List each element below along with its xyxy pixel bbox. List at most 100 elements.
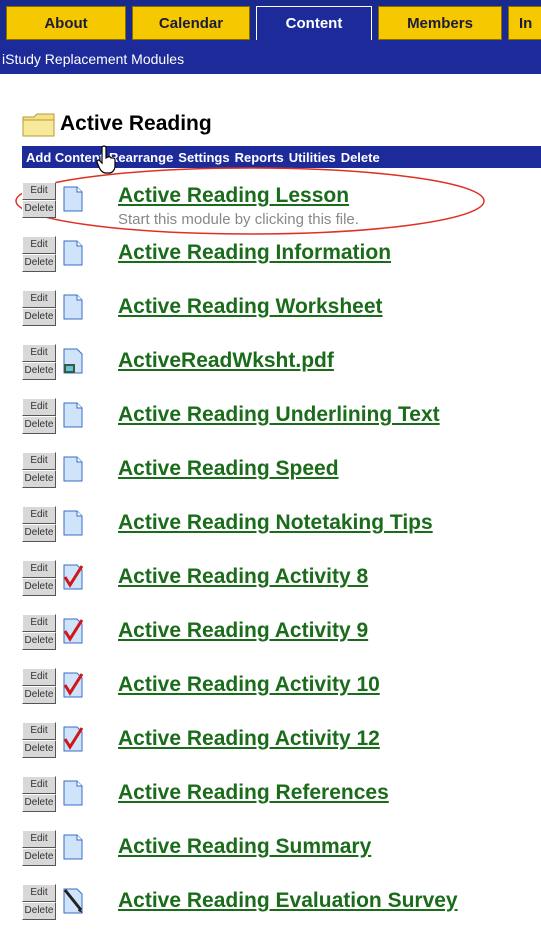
content-item-link[interactable]: Active Reading Lesson bbox=[118, 184, 349, 208]
content-item-link[interactable]: Active Reading Activity 10 bbox=[118, 673, 380, 697]
content-item: Edit Delete Active Reading Activity 8 bbox=[22, 556, 541, 606]
item-buttons: Edit Delete bbox=[22, 344, 56, 380]
edit-button[interactable]: Edit bbox=[22, 668, 56, 686]
content-item-link[interactable]: Active Reading Worksheet bbox=[118, 295, 383, 319]
top-nav-bar: About Calendar Content Members In bbox=[0, 0, 541, 40]
item-buttons: Edit Delete bbox=[22, 452, 56, 488]
content-item-link[interactable]: Active Reading Activity 12 bbox=[118, 727, 380, 751]
content-item-link[interactable]: Active Reading Activity 9 bbox=[118, 619, 368, 643]
tab-about[interactable]: About bbox=[6, 6, 126, 40]
reports-link[interactable]: Reports bbox=[235, 150, 284, 165]
content-item: Edit Delete Active Reading Information bbox=[22, 232, 541, 282]
content-item-link[interactable]: Active Reading Activity 8 bbox=[118, 565, 368, 589]
edit-button[interactable]: Edit bbox=[22, 776, 56, 794]
item-buttons: Edit Delete bbox=[22, 668, 56, 704]
content-item-link[interactable]: Active Reading Summary bbox=[118, 835, 371, 859]
content-item: Edit Delete Active Reading Worksheet bbox=[22, 286, 541, 336]
delete-folder-link[interactable]: Delete bbox=[341, 150, 380, 165]
settings-link[interactable]: Settings bbox=[178, 150, 229, 165]
tab-more[interactable]: In bbox=[508, 6, 541, 40]
content-item: Edit Delete Active Reading Lesson Start thi… bbox=[22, 178, 541, 228]
edit-button[interactable]: Edit bbox=[22, 452, 56, 470]
item-buttons: Edit Delete bbox=[22, 884, 56, 920]
add-content-link[interactable]: Add Content bbox=[26, 150, 104, 165]
delete-button[interactable]: Delete bbox=[22, 578, 56, 596]
file-icon bbox=[63, 348, 83, 374]
content-item: Edit Delete Active Reading Activity 9 bbox=[22, 610, 541, 660]
course-title: iStudy Replacement Modules bbox=[2, 51, 185, 67]
content-item-link[interactable]: ActiveReadWksht.pdf bbox=[118, 349, 334, 373]
document-icon bbox=[63, 402, 83, 428]
content-item-link[interactable]: Active Reading Information bbox=[118, 241, 391, 265]
folder-icon bbox=[22, 113, 55, 137]
delete-button[interactable]: Delete bbox=[22, 416, 56, 434]
edit-button[interactable]: Edit bbox=[22, 506, 56, 524]
document-icon bbox=[63, 186, 83, 212]
utilities-link[interactable]: Utilities bbox=[289, 150, 336, 165]
delete-button[interactable]: Delete bbox=[22, 686, 56, 704]
document-icon bbox=[63, 780, 83, 806]
item-buttons: Edit Delete bbox=[22, 506, 56, 542]
delete-button[interactable]: Delete bbox=[22, 308, 56, 326]
item-buttons: Edit Delete bbox=[22, 776, 56, 812]
document-icon bbox=[63, 456, 83, 482]
course-title-bar: iStudy Replacement Modules bbox=[0, 40, 541, 74]
item-buttons: Edit Delete bbox=[22, 398, 56, 434]
edit-button[interactable]: Edit bbox=[22, 560, 56, 578]
assignment-check-icon bbox=[63, 618, 84, 644]
edit-button[interactable]: Edit bbox=[22, 398, 56, 416]
content-item: Edit Delete ActiveReadWksht.pdf bbox=[22, 340, 541, 390]
content-item-link[interactable]: Active Reading References bbox=[118, 781, 389, 805]
tab-members[interactable]: Members bbox=[378, 6, 502, 40]
document-icon bbox=[63, 834, 83, 860]
content-item: Edit Delete Active Reading Summary bbox=[22, 826, 541, 876]
content-item: Edit Delete Active Reading Activity 10 bbox=[22, 664, 541, 714]
item-buttons: Edit Delete bbox=[22, 560, 56, 596]
edit-button[interactable]: Edit bbox=[22, 830, 56, 848]
tab-calendar[interactable]: Calendar bbox=[132, 6, 250, 40]
rearrange-link[interactable]: Rearrange bbox=[109, 150, 173, 165]
delete-button[interactable]: Delete bbox=[22, 470, 56, 488]
edit-button[interactable]: Edit bbox=[22, 344, 56, 362]
delete-button[interactable]: Delete bbox=[22, 362, 56, 380]
delete-button[interactable]: Delete bbox=[22, 632, 56, 650]
edit-button[interactable]: Edit bbox=[22, 236, 56, 254]
delete-button[interactable]: Delete bbox=[22, 848, 56, 866]
document-icon bbox=[63, 510, 83, 536]
edit-button[interactable]: Edit bbox=[22, 722, 56, 740]
delete-button[interactable]: Delete bbox=[22, 200, 56, 218]
content-item-link[interactable]: Active Reading Evaluation Survey bbox=[118, 889, 458, 913]
document-icon bbox=[63, 294, 83, 320]
assignment-check-icon bbox=[63, 726, 84, 752]
delete-button[interactable]: Delete bbox=[22, 524, 56, 542]
folder-title: Active Reading bbox=[60, 112, 212, 135]
delete-button[interactable]: Delete bbox=[22, 794, 56, 812]
assignment-check-icon bbox=[63, 672, 84, 698]
content-item-link[interactable]: Active Reading Speed bbox=[118, 457, 339, 481]
delete-button[interactable]: Delete bbox=[22, 740, 56, 758]
delete-button[interactable]: Delete bbox=[22, 902, 56, 920]
document-icon bbox=[63, 240, 83, 266]
item-buttons: Edit Delete bbox=[22, 614, 56, 650]
content-item: Edit Delete Active Reading Evaluation Surv… bbox=[22, 880, 541, 930]
content-item: Edit Delete Active Reading Speed bbox=[22, 448, 541, 498]
edit-button[interactable]: Edit bbox=[22, 884, 56, 902]
content-item: Edit Delete Active Reading Activity 12 bbox=[22, 718, 541, 768]
content-item: Edit Delete Active Reading Underlining Tex… bbox=[22, 394, 541, 444]
tab-content[interactable]: Content bbox=[256, 6, 372, 40]
survey-pencil-icon bbox=[63, 888, 83, 914]
edit-button[interactable]: Edit bbox=[22, 182, 56, 200]
content-item-link[interactable]: Active Reading Notetaking Tips bbox=[118, 511, 433, 535]
item-buttons: Edit Delete bbox=[22, 182, 56, 218]
assignment-check-icon bbox=[63, 564, 84, 590]
item-buttons: Edit Delete bbox=[22, 236, 56, 272]
delete-button[interactable]: Delete bbox=[22, 254, 56, 272]
item-buttons: Edit Delete bbox=[22, 830, 56, 866]
content-item: Edit Delete Active Reading Notetaking Tips bbox=[22, 502, 541, 552]
edit-button[interactable]: Edit bbox=[22, 614, 56, 632]
edit-button[interactable]: Edit bbox=[22, 290, 56, 308]
content-item-description: Start this module by clicking this file. bbox=[118, 211, 359, 228]
item-buttons: Edit Delete bbox=[22, 722, 56, 758]
content-item-link[interactable]: Active Reading Underlining Text bbox=[118, 403, 440, 427]
item-buttons: Edit Delete bbox=[22, 290, 56, 326]
